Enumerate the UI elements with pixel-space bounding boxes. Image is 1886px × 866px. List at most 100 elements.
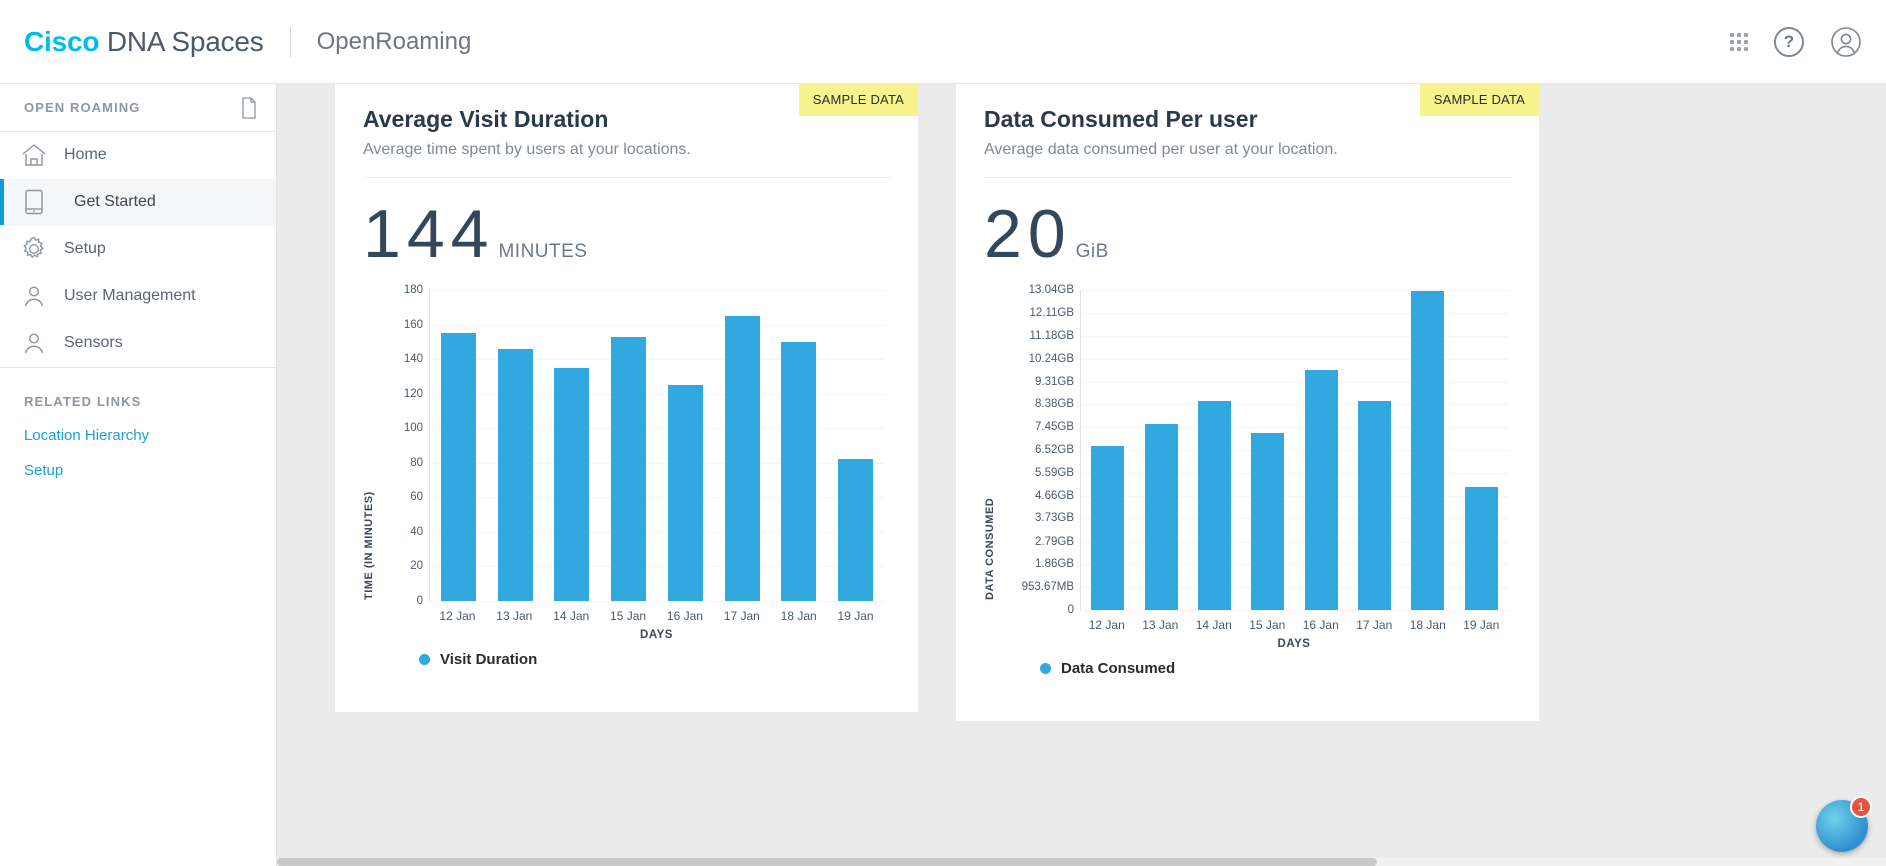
chart-bar[interactable] (838, 459, 874, 601)
sidebar-item-get-started[interactable]: Get Started (0, 179, 276, 226)
chart-bar-column[interactable] (1455, 290, 1508, 610)
related-link-location-hierarchy[interactable]: Location Hierarchy (24, 427, 276, 444)
help-icon[interactable]: ? (1774, 26, 1804, 57)
y-axis-tick-label: 1.86GB (1035, 558, 1074, 571)
chart-bar-column[interactable] (1188, 290, 1241, 610)
chart-bars (1080, 290, 1508, 610)
app-name-label: OpenRoaming (316, 27, 472, 55)
document-icon[interactable] (240, 96, 258, 119)
chart-bar-column[interactable] (771, 290, 828, 601)
x-axis-tick-label: 12 Jan (439, 609, 476, 623)
chart-bar[interactable] (497, 348, 533, 601)
sidebar-item-sensors[interactable]: Sensors (0, 320, 276, 367)
device-icon (14, 189, 54, 215)
x-axis-tick-label: 17 Jan (1356, 618, 1393, 632)
x-axis-tick-labels: 12 Jan 13 Jan 14 Jan 15 Jan 16 Jan 17 Jan 18 J… (429, 609, 884, 623)
x-axis-tick-label: 15 Jan (1249, 618, 1286, 632)
x-axis-tick-label: 15 Jan (610, 609, 647, 623)
chart-bar[interactable] (1411, 290, 1445, 610)
chart-bar-column[interactable] (1348, 290, 1401, 610)
y-axis-tick-label: 3.73GB (1035, 512, 1074, 525)
chart-bar[interactable] (1197, 401, 1231, 610)
y-axis-tick-label: 12.11GB (1029, 306, 1074, 319)
chart-bar[interactable] (781, 341, 817, 601)
y-axis-tick-label: 80 (410, 456, 423, 469)
legend-label: Data Consumed (1061, 660, 1176, 677)
chart-legend[interactable]: Visit Duration (419, 651, 537, 668)
y-axis-tick-label: 120 (403, 387, 423, 400)
chart-bar[interactable] (667, 385, 703, 601)
kpi-value: 20 (984, 196, 1072, 272)
scrollbar-thumb[interactable] (277, 858, 1377, 866)
chart-bar[interactable] (1464, 487, 1498, 610)
horizontal-scrollbar[interactable] (277, 858, 1886, 866)
y-axis-tick-label: 9.31GB (1035, 375, 1074, 388)
y-axis-tick-label: 8.38GB (1035, 398, 1074, 411)
home-icon (14, 143, 54, 167)
sidebar-item-home[interactable]: Home (0, 132, 276, 179)
x-axis-tick-label: 19 Jan (837, 609, 874, 623)
y-axis-tick-label: 0 (416, 595, 423, 607)
related-link-setup[interactable]: Setup (24, 462, 276, 479)
notification-badge: 1 (1850, 796, 1872, 818)
chart-bar-column[interactable] (714, 290, 771, 601)
card-divider (363, 177, 890, 178)
chart-bar[interactable] (1358, 401, 1392, 610)
chat-assistant-widget[interactable]: 1 (1816, 796, 1872, 852)
chart-bar-column[interactable] (430, 290, 487, 601)
chart-bar[interactable] (724, 315, 760, 601)
brand-logo[interactable]: Cisco DNA Spaces (24, 26, 264, 58)
x-axis-tick-label: 12 Jan (1088, 618, 1125, 632)
chart-bar-column[interactable] (1241, 290, 1294, 610)
sidebar-item-label: User Management (64, 287, 196, 304)
chart-bar[interactable] (1091, 445, 1125, 610)
x-axis-tick-label: 19 Jan (1463, 618, 1500, 632)
y-axis-tick-label: 60 (410, 491, 423, 504)
chart-bar-column[interactable] (600, 290, 657, 601)
chart-bar-column[interactable] (1295, 290, 1348, 610)
chart-bar-column[interactable] (657, 290, 714, 601)
chart-bar[interactable] (1144, 423, 1178, 610)
brand-cisco-text: Cisco (24, 25, 100, 57)
chart-bar[interactable] (554, 367, 590, 601)
card-subtitle: Average data consumed per user at your l… (984, 141, 1338, 158)
cards-container: SAMPLE DATA Average Visit Duration Avera… (277, 84, 1886, 721)
kpi-unit: GiB (1075, 241, 1109, 262)
chart-bars (429, 290, 884, 601)
chart-bar-column[interactable] (544, 290, 601, 601)
chart-bar-column[interactable] (827, 290, 884, 601)
top-bar-actions: ? (1730, 26, 1862, 58)
top-bar: Cisco DNA Spaces OpenRoaming ? (0, 0, 1886, 84)
chart-plot-area: 0 20 40 60 80 100 120 140 160 180 12 Jan 13 Jan 14 J… (363, 284, 884, 690)
legend-color-dot (419, 654, 430, 665)
chart-bar[interactable] (1251, 433, 1285, 610)
card-data-consumed-per-user: SAMPLE DATA Data Consumed Per user Avera… (956, 84, 1539, 721)
chart-bar-column[interactable] (1401, 290, 1454, 610)
kpi-unit: MINUTES (498, 241, 588, 262)
account-avatar-icon[interactable] (1830, 26, 1862, 58)
chart-bar[interactable] (1304, 369, 1338, 610)
sidebar-item-label: Get Started (74, 193, 156, 210)
chart-bar-column[interactable] (1081, 290, 1134, 610)
apps-grid-icon[interactable] (1730, 32, 1748, 51)
chart-bar-column[interactable] (1134, 290, 1187, 610)
sample-data-badge: SAMPLE DATA (798, 84, 918, 116)
kpi-block: 20 GiB (984, 200, 1511, 268)
chart-bar[interactable] (611, 336, 647, 601)
sidebar-item-setup[interactable]: Setup (0, 226, 276, 273)
chart-bar[interactable] (440, 333, 476, 601)
y-axis-tick-label: 4.66GB (1035, 489, 1074, 502)
x-axis-tick-label: 13 Jan (496, 609, 533, 623)
y-axis-tick-label: 100 (403, 422, 423, 435)
chart-legend[interactable]: Data Consumed (1040, 660, 1175, 677)
y-axis-tick-label: 11.18GB (1029, 329, 1074, 342)
brand-dna-spaces-text: DNA Spaces (99, 25, 264, 57)
sidebar-item-user-management[interactable]: User Management (0, 273, 276, 320)
sidebar-divider (0, 367, 276, 368)
user-icon (14, 284, 54, 308)
y-axis-tick-label: 953.67MB (1021, 581, 1074, 594)
gear-icon (14, 236, 54, 262)
y-axis-tick-label: 10.24GB (1028, 352, 1074, 365)
chart-bar-column[interactable] (487, 290, 544, 601)
y-axis-tick-label: 5.59GB (1035, 466, 1074, 479)
